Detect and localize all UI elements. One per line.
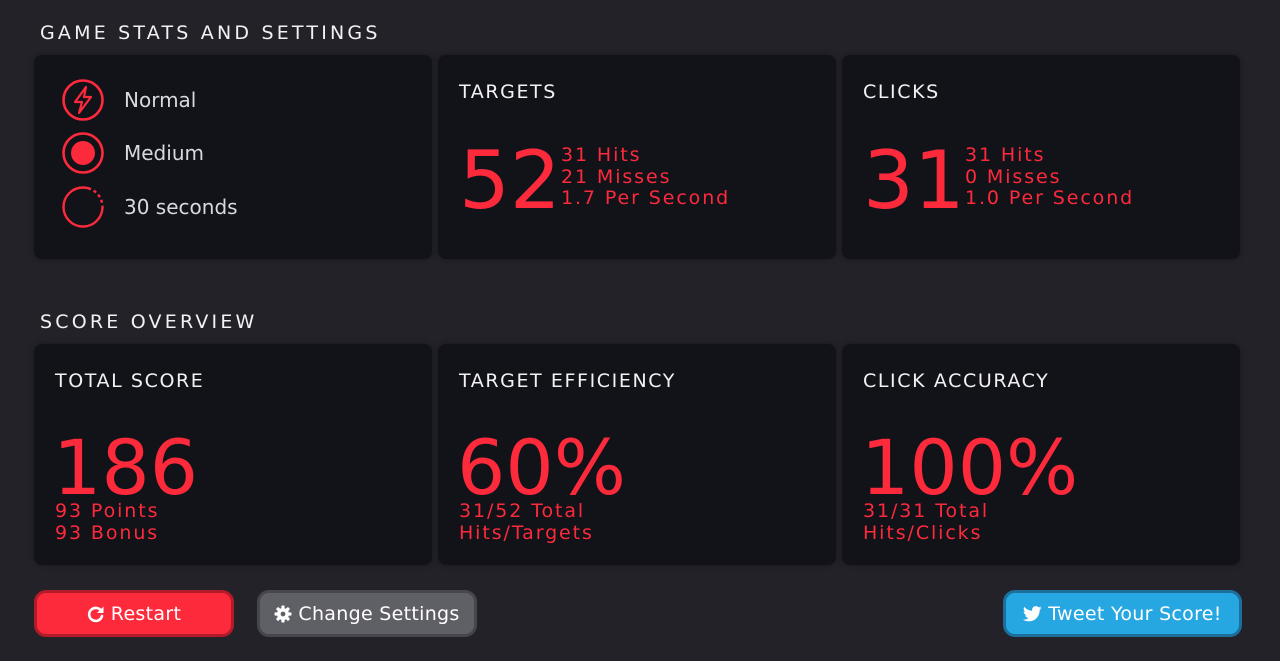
targets-breakdown: 31 Hits 21 Misses 1.7 Per Second — [561, 144, 731, 210]
target-efficiency-value: 60% — [457, 423, 626, 512]
change-settings-label: Change Settings — [298, 602, 460, 625]
clicks-rate: 1.0 Per Second — [965, 187, 1135, 210]
target-efficiency-panel: TARGET EFFICIENCY 60% 31/52 Total Hits/T… — [438, 344, 836, 565]
timer-ring-icon — [62, 186, 104, 228]
twitter-bird-icon — [1023, 605, 1042, 622]
score-section-title: SCORE OVERVIEW — [40, 311, 258, 333]
restart-button[interactable]: Restart — [34, 590, 234, 637]
target-dot-icon — [62, 132, 104, 174]
total-score-panel: TOTAL SCORE 186 93 Points 93 Bonus — [34, 344, 432, 565]
click-accuracy-value: 100% — [861, 423, 1079, 512]
setting-duration: 30 seconds — [60, 184, 238, 230]
clicks-panel: CLICKS 31 31 Hits 0 Misses 1.0 Per Secon… — [842, 55, 1240, 259]
setting-speed: Normal — [60, 77, 196, 123]
target-efficiency-breakdown: 31/52 Total Hits/Targets — [459, 500, 594, 544]
targets-heading: TARGETS — [459, 81, 557, 103]
game-results-screen: GAME STATS AND SETTINGS Normal Medium 30… — [0, 0, 1280, 661]
clicks-hits: 31 Hits — [965, 144, 1046, 166]
total-score-breakdown: 93 Points 93 Bonus — [55, 500, 160, 544]
score-bonus: 93 Bonus — [55, 521, 160, 544]
click-accuracy-breakdown: 31/31 Total Hits/Clicks — [863, 500, 990, 544]
refresh-icon — [87, 605, 105, 623]
targets-rate: 1.7 Per Second — [561, 187, 731, 210]
total-score-value: 186 — [53, 423, 199, 512]
targets-count: 52 — [459, 134, 561, 227]
click-accuracy-caption: Hits/Clicks — [863, 521, 983, 544]
lightning-bolt-icon — [62, 79, 104, 121]
tweet-score-button[interactable]: Tweet Your Score! — [1003, 590, 1242, 637]
targets-panel: TARGETS 52 31 Hits 21 Misses 1.7 Per Sec… — [438, 55, 836, 259]
stats-section-title: GAME STATS AND SETTINGS — [40, 22, 381, 44]
settings-panel: Normal Medium 30 seconds — [34, 55, 432, 259]
gear-icon — [274, 605, 292, 623]
setting-speed-label: Normal — [124, 88, 197, 112]
setting-duration-label: 30 seconds — [124, 195, 238, 219]
click-accuracy-ratio: 31/31 Total — [863, 500, 990, 522]
restart-label: Restart — [110, 602, 182, 625]
change-settings-button[interactable]: Change Settings — [257, 590, 477, 637]
click-accuracy-heading: CLICK ACCURACY — [863, 370, 1050, 392]
targets-misses: 21 Misses — [561, 165, 672, 188]
tweet-label: Tweet Your Score! — [1048, 602, 1222, 625]
setting-size-label: Medium — [124, 141, 204, 165]
score-points: 93 Points — [55, 500, 160, 522]
clicks-misses: 0 Misses — [965, 165, 1062, 188]
targets-hits: 31 Hits — [561, 144, 642, 166]
click-accuracy-panel: CLICK ACCURACY 100% 31/31 Total Hits/Cli… — [842, 344, 1240, 565]
clicks-count: 31 — [863, 134, 965, 227]
clicks-heading: CLICKS — [863, 81, 940, 103]
clicks-breakdown: 31 Hits 0 Misses 1.0 Per Second — [965, 144, 1135, 210]
target-efficiency-heading: TARGET EFFICIENCY — [459, 370, 676, 392]
setting-size: Medium — [60, 130, 204, 176]
target-efficiency-ratio: 31/52 Total — [459, 500, 586, 522]
target-efficiency-caption: Hits/Targets — [459, 521, 594, 544]
total-score-heading: TOTAL SCORE — [55, 370, 205, 392]
